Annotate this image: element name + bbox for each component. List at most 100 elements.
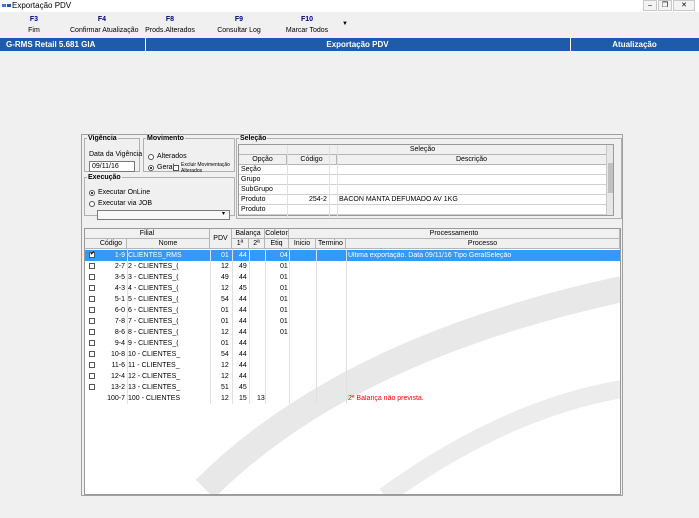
excluir-alterados-label: Excluir Movimentação Alterados [181, 162, 230, 174]
row-nome: 13 - CLIENTES_ [128, 384, 181, 391]
row-codigo: 6-0 [114, 307, 125, 314]
selecao-grid: Seleção Opção Código Descrição Seção Grup… [238, 144, 614, 217]
table-row[interactable]: 8-6 8 - CLIENTES_(12 44 01 [85, 327, 620, 338]
col-balanca-2-header: 2ª [249, 239, 265, 249]
selecao-row[interactable]: Produto 254-2 BACON MANTA DEFUMADO AV 1KG [239, 195, 607, 205]
row-checkbox[interactable] [89, 307, 95, 313]
executar-online-label: Executar OnLine [98, 189, 151, 196]
row-balanca-1: 44 [239, 362, 247, 369]
close-icon: ✕ [681, 2, 687, 9]
column-divider [249, 249, 250, 404]
toolbar-marcar-todos-button[interactable]: F10 Marcar Todos [285, 16, 329, 34]
row-nome: 8 - CLIENTES_( [128, 329, 179, 336]
row-codigo: 12-4 [110, 373, 125, 380]
toolbar-confirmar-atualizacao-button[interactable]: F4 Confirmar Atualização [70, 16, 138, 34]
chevron-down-icon[interactable]: ▾ [222, 210, 225, 217]
column-divider [127, 249, 128, 404]
table-row[interactable]: 2-7 2 - CLIENTES_(12 49 01 [85, 261, 620, 272]
selecao-descricao: BACON MANTA DEFUMADO AV 1KG [339, 196, 458, 203]
col-inicio-header: Inicio [289, 239, 316, 249]
main-area: Vigência Data da Vigência 09/11/16 Movim… [0, 51, 699, 518]
vigencia-date-input[interactable]: 09/11/16 [89, 161, 135, 172]
minimize-button[interactable]: – [643, 0, 657, 11]
row-pdv: 12 [221, 373, 229, 380]
row-checkbox[interactable] [89, 329, 95, 335]
vigencia-group: Vigência Data da Vigência 09/11/16 [84, 135, 142, 172]
executar-job-radio[interactable] [89, 201, 95, 207]
column-divider [210, 249, 211, 404]
table-row[interactable]: 6-0 6 - CLIENTES_(01 44 01 [85, 305, 620, 316]
row-pdv: 01 [221, 307, 229, 314]
row-checkbox[interactable] [89, 296, 95, 302]
row-codigo: 3-5 [114, 274, 125, 281]
row-etiq: 01 [280, 307, 288, 314]
execucao-group: Execução Executar OnLine Executar via JO… [84, 174, 235, 220]
table-row[interactable]: 3-5 3 - CLIENTES_(49 44 01 [85, 272, 620, 283]
row-checkbox[interactable] [89, 318, 95, 324]
table-row[interactable]: 11-6 11 - CLIENTES_ 12 44 [85, 360, 620, 371]
selecao-row[interactable]: Grupo [239, 175, 607, 185]
row-checkbox[interactable] [89, 274, 95, 280]
row-checkbox[interactable] [89, 263, 95, 269]
table-row[interactable]: 4-3 4 - CLIENTES_(12 45 01 [85, 283, 620, 294]
selecao-scrollbar[interactable] [606, 145, 613, 215]
row-checkbox[interactable] [89, 250, 95, 258]
row-checkbox[interactable] [89, 285, 95, 291]
row-pdv: 54 [221, 296, 229, 303]
toolbar-prods-alterados-button[interactable]: F8 Prods.Alterados [145, 16, 195, 34]
row-checkbox[interactable] [89, 384, 95, 390]
geral-radio[interactable] [148, 165, 154, 171]
row-balanca-2: 13 [257, 395, 265, 402]
excluir-alterados-checkbox[interactable] [173, 165, 179, 171]
row-nome: 10 - CLIENTES_ [128, 351, 181, 358]
row-codigo: 4-3 [114, 285, 125, 292]
selecao-grid-title: Seleção [239, 145, 607, 155]
table-row[interactable]: 9-4 9 - CLIENTES_(01 44 [85, 338, 620, 349]
column-divider [346, 249, 347, 404]
row-checkbox[interactable] [89, 351, 95, 357]
selecao-opcao: Grupo [241, 176, 261, 183]
row-pdv: 12 [221, 362, 229, 369]
selecao-row[interactable]: Produto [239, 205, 607, 215]
toolbar-consultar-log-button[interactable]: F9 Consultar Log [216, 16, 262, 34]
row-pdv: 01 [221, 252, 229, 259]
executar-online-radio[interactable] [89, 190, 95, 196]
row-nome: 11 - CLIENTES_ [128, 362, 180, 369]
table-row[interactable]: 7-8 7 - CLIENTES_(01 44 01 [85, 316, 620, 327]
row-balanca-1: 44 [239, 373, 247, 380]
movimento-group: Movimento Alterados Geral Excluir Movime… [143, 135, 235, 174]
selecao-row[interactable]: SubGrupo [239, 185, 607, 195]
col-termino-header: Termino [316, 239, 346, 249]
alterados-radio[interactable] [148, 154, 154, 160]
table-row[interactable]: 12-4 12 - CLIENTES_ 12 44 [85, 371, 620, 382]
table-row[interactable]: 5-1 5 - CLIENTES_(54 44 01 [85, 294, 620, 305]
col-codigo-header: Código [85, 239, 127, 249]
selecao-opcao: Produto [241, 206, 266, 213]
job-select[interactable] [97, 210, 230, 220]
toolbar-fim-button[interactable]: F3 Fim [14, 16, 54, 34]
table-row[interactable]: 13-2 13 - CLIENTES_ 51 45 [85, 382, 620, 393]
table-row[interactable]: 1-9CLIENTES_RMS 01 44 04 Última exportação. … [85, 250, 620, 261]
row-checkbox[interactable] [89, 340, 95, 346]
row-nome: 12 - CLIENTES_ [128, 373, 181, 380]
table-row[interactable]: 100-7 100 - CLIENTES 12 15 13 2ª Balança não … [85, 393, 620, 404]
toolbar-more-icon[interactable]: ▼ [342, 21, 348, 27]
row-balanca-1: 44 [239, 329, 247, 336]
row-balanca-1: 15 [239, 395, 247, 402]
column-divider [316, 249, 317, 404]
row-codigo: 11-6 [111, 362, 126, 369]
toolbar-label: Consultar Log [217, 27, 261, 34]
row-balanca-1: 44 [239, 274, 247, 281]
col-processo-header: Processo [346, 239, 620, 249]
close-button[interactable]: ✕ [673, 0, 695, 11]
row-processo: 2ª Balança não prevista. [348, 395, 424, 402]
selecao-row[interactable]: Seção [239, 165, 607, 175]
row-nome: 4 - CLIENTES_( [128, 285, 179, 292]
maximize-button[interactable]: ❐ [658, 0, 672, 11]
table-row[interactable]: 10-8 10 - CLIENTES_ 54 44 [85, 349, 620, 360]
row-checkbox[interactable] [89, 373, 95, 379]
row-codigo: 2-7 [114, 263, 125, 270]
row-etiq: 01 [280, 296, 288, 303]
row-checkbox[interactable] [89, 362, 95, 368]
col-descricao-header: Descrição [337, 155, 607, 165]
